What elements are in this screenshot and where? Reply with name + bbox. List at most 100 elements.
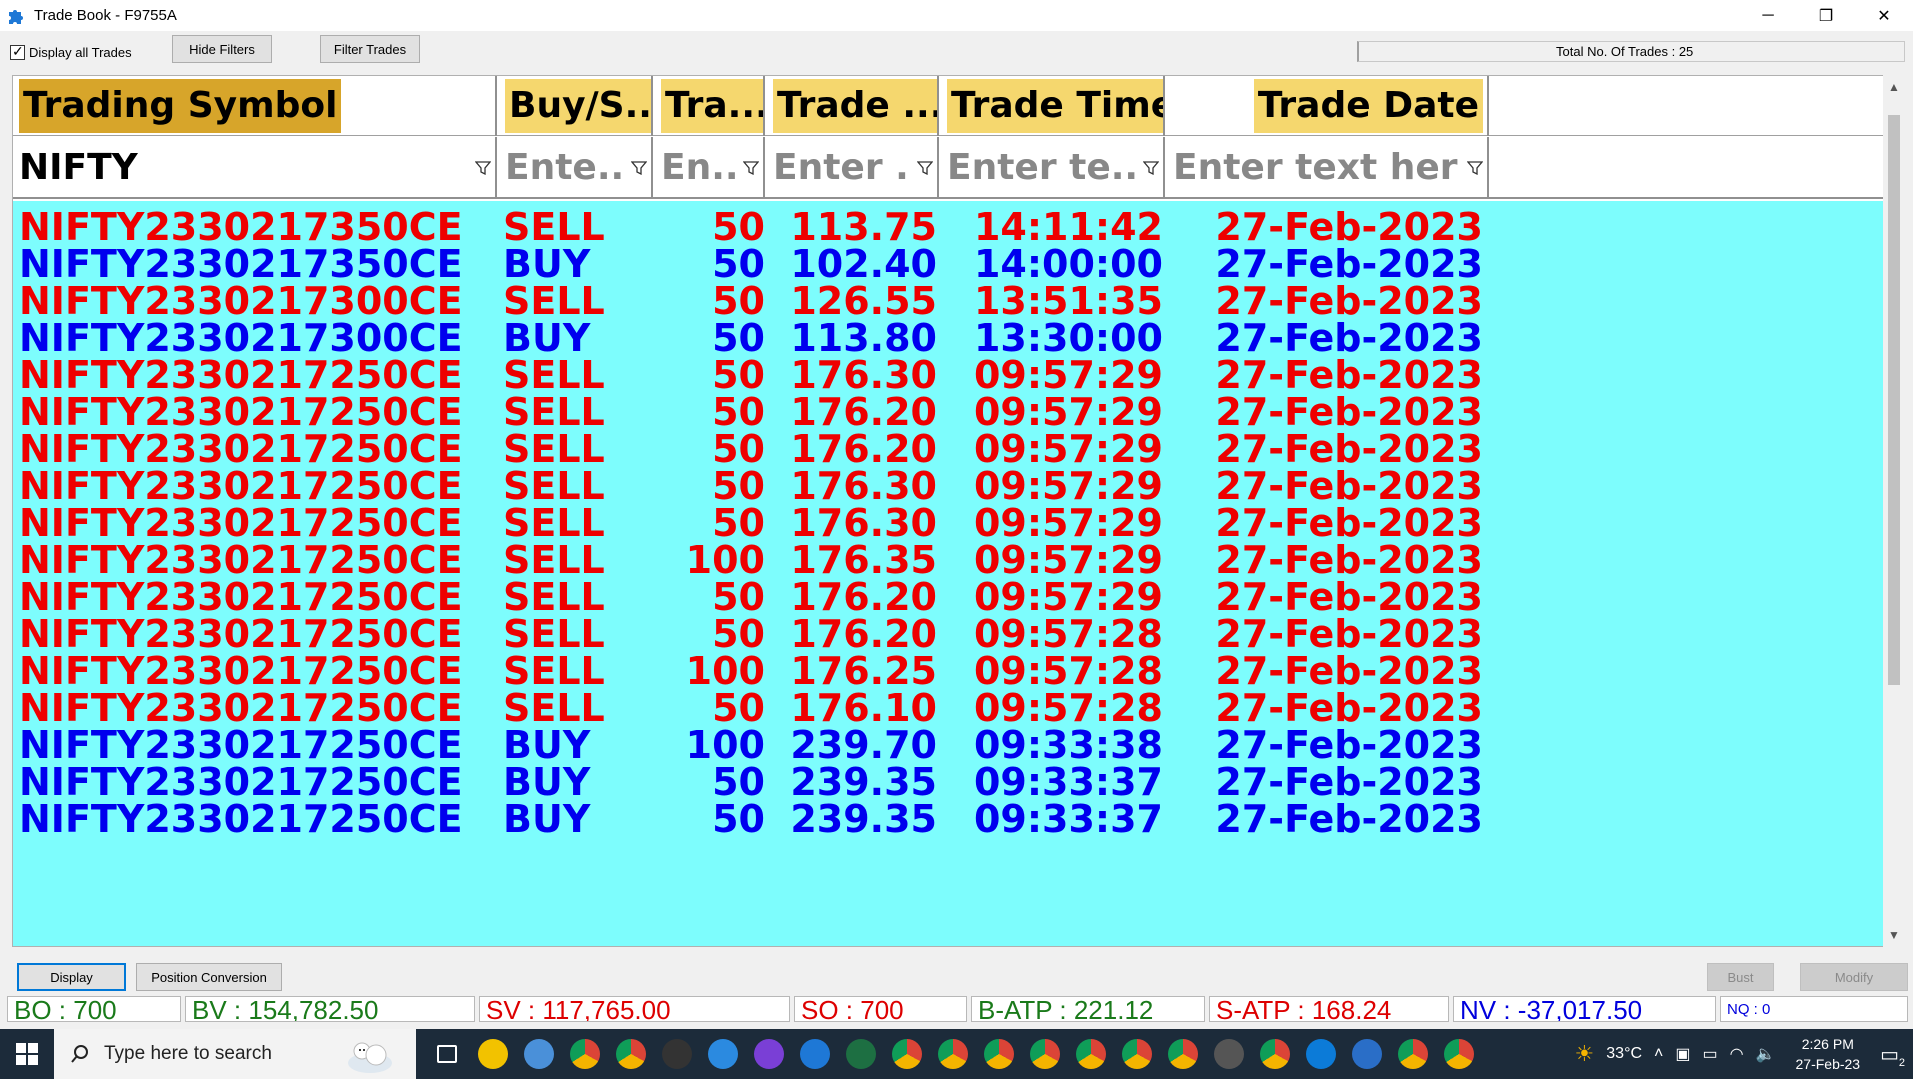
modify-button[interactable]: Modify (1800, 963, 1908, 991)
chrome-icon[interactable] (1114, 1029, 1160, 1079)
chrome-icon[interactable] (884, 1029, 930, 1079)
chrome-icon[interactable] (1068, 1029, 1114, 1079)
meet-now-icon[interactable]: ▣ (1675, 1044, 1690, 1064)
position-conversion-button[interactable]: Position Conversion (136, 963, 282, 991)
column-header-4[interactable]: Trade Time (941, 76, 1165, 136)
snip-icon-glyph (708, 1039, 738, 1069)
filter-funnel-icon[interactable] (917, 161, 933, 175)
taskbar-clock[interactable]: 2:26 PM 27-Feb-23 (1796, 1034, 1861, 1074)
column-filter-1[interactable]: Ente... (499, 137, 653, 197)
chrome-icon[interactable] (562, 1029, 608, 1079)
excel-icon-glyph (846, 1039, 876, 1069)
windows-logo-icon (16, 1043, 38, 1065)
filter-funnel-icon[interactable] (475, 161, 491, 175)
filter-input[interactable]: Ente... (499, 147, 623, 188)
column-header-3[interactable]: Trade ... (767, 76, 939, 136)
close-button[interactable]: ✕ (1855, 0, 1913, 31)
column-header-label: Trade Date (1253, 79, 1483, 133)
chrome-icon[interactable] (930, 1029, 976, 1079)
task-view-icon[interactable] (424, 1029, 470, 1079)
chrome-icon[interactable] (1390, 1029, 1436, 1079)
start-button[interactable] (0, 1029, 54, 1079)
snip-icon[interactable] (700, 1029, 746, 1079)
chrome-icon-glyph (1122, 1039, 1152, 1069)
display-all-trades-checkbox[interactable]: Display all Trades (10, 43, 132, 60)
chrome-icon-glyph (616, 1039, 646, 1069)
app-icon[interactable] (792, 1029, 838, 1079)
affinity-icon[interactable] (746, 1029, 792, 1079)
filter-input[interactable]: NIFTY (13, 147, 138, 188)
chrome-icon-glyph (1168, 1039, 1198, 1069)
minimize-button[interactable]: ─ (1739, 0, 1797, 31)
chrome-icon[interactable] (1252, 1029, 1298, 1079)
filter-input[interactable]: En... (655, 147, 735, 188)
task-view-icon-glyph (437, 1045, 457, 1063)
calculator-icon[interactable] (1206, 1029, 1252, 1079)
display-button[interactable]: Display (17, 963, 126, 991)
battery-icon[interactable]: ▭ (1702, 1044, 1717, 1064)
column-header-label: Buy/S... (505, 79, 651, 133)
volume-icon[interactable]: 🔈 (1756, 1044, 1776, 1064)
photos-icon[interactable] (1344, 1029, 1390, 1079)
trade-row[interactable]: NIFTY2330217250CE BUY 50 239.35 09:33:37 27-F… (13, 797, 1893, 842)
scroll-down-arrow-icon[interactable]: ▼ (1883, 925, 1905, 945)
bust-button[interactable]: Bust (1707, 963, 1774, 991)
weather-temperature[interactable]: 33°C (1606, 1045, 1642, 1063)
app-icon-glyph (800, 1039, 830, 1069)
trading-app-icon[interactable] (654, 1029, 700, 1079)
checkbox-checked-icon[interactable] (10, 43, 25, 60)
window-title: Trade Book - F9755A (34, 7, 177, 24)
trading-app-icon-glyph (662, 1039, 692, 1069)
file-explorer-icon[interactable] (470, 1029, 516, 1079)
column-filter-0[interactable]: NIFTY (13, 137, 497, 197)
chrome-icon[interactable] (608, 1029, 654, 1079)
chrome-icon-glyph (938, 1039, 968, 1069)
filter-funnel-icon[interactable] (1467, 161, 1483, 175)
filter-input[interactable]: Enter te... (941, 147, 1135, 188)
filter-funnel-icon[interactable] (743, 161, 759, 175)
chrome-icon[interactable] (1022, 1029, 1068, 1079)
chrome-icon[interactable] (1436, 1029, 1482, 1079)
total-trades-count: Total No. Of Trades : 25 (1357, 41, 1905, 62)
app-puzzle-icon (9, 9, 23, 24)
filter-funnel-icon[interactable] (631, 161, 647, 175)
column-header-2[interactable]: Tra... (655, 76, 765, 136)
column-header-5[interactable]: Trade Date (1167, 76, 1489, 136)
hide-filters-button[interactable]: Hide Filters (172, 35, 272, 63)
taskbar-search-box[interactable]: Type here to search (54, 1029, 416, 1079)
column-filter-3[interactable]: Enter ... (767, 137, 939, 197)
grid-filter-row: NIFTY Ente... En... Enter ... Enter te... Ent… (13, 137, 1893, 199)
scroll-up-arrow-icon[interactable]: ▲ (1883, 77, 1905, 97)
column-header-0[interactable]: Trading Symbol (13, 76, 497, 136)
chrome-icon-glyph (1398, 1039, 1428, 1069)
wifi-icon[interactable]: ◠ (1730, 1044, 1744, 1064)
filter-trades-button[interactable]: Filter Trades (320, 35, 420, 63)
column-filter-2[interactable]: En... (655, 137, 765, 197)
scroll-thumb[interactable] (1888, 115, 1900, 685)
status-bar: BO : 700 BV : 154,782.50 SV : 117,765.00… (0, 996, 1913, 1024)
chrome-icon[interactable] (1160, 1029, 1206, 1079)
maximize-button[interactable]: ❐ (1797, 0, 1855, 31)
column-header-1[interactable]: Buy/S... (499, 76, 653, 136)
chrome-icon[interactable] (976, 1029, 1022, 1079)
notification-center-icon[interactable]: ▭ 2 (1880, 1042, 1905, 1069)
column-filter-4[interactable]: Enter te... (941, 137, 1165, 197)
clock-time: 2:26 PM (1801, 1036, 1854, 1052)
cell-side: BUY (503, 797, 591, 841)
weather-sun-icon[interactable]: ☀ (1575, 1041, 1595, 1067)
filter-input[interactable]: Enter text here (1167, 147, 1459, 188)
edge-icon[interactable] (1298, 1029, 1344, 1079)
filter-input[interactable]: Enter ... (767, 147, 909, 188)
buy-orders-stat: BO : 700 (7, 996, 181, 1022)
grid-body: NIFTY2330217350CE SELL 50 113.75 14:11:42 27-… (13, 201, 1893, 946)
column-filter-5[interactable]: Enter text here (1167, 137, 1489, 197)
excel-icon[interactable] (838, 1029, 884, 1079)
polar-bear-illustration-icon (348, 1042, 392, 1073)
vertical-scrollbar[interactable]: ▲ ▼ (1883, 75, 1905, 947)
filter-funnel-icon[interactable] (1143, 161, 1159, 175)
chevron-up-icon[interactable]: ˄ (1654, 1045, 1663, 1063)
trade-book-window: Trade Book - F9755A ─ ❐ ✕ Display all Tr… (0, 0, 1913, 1029)
calculator-icon-glyph (1214, 1039, 1244, 1069)
toolbar: Display all Trades Hide Filters Filter T… (0, 31, 1913, 71)
network-icon[interactable] (516, 1029, 562, 1079)
